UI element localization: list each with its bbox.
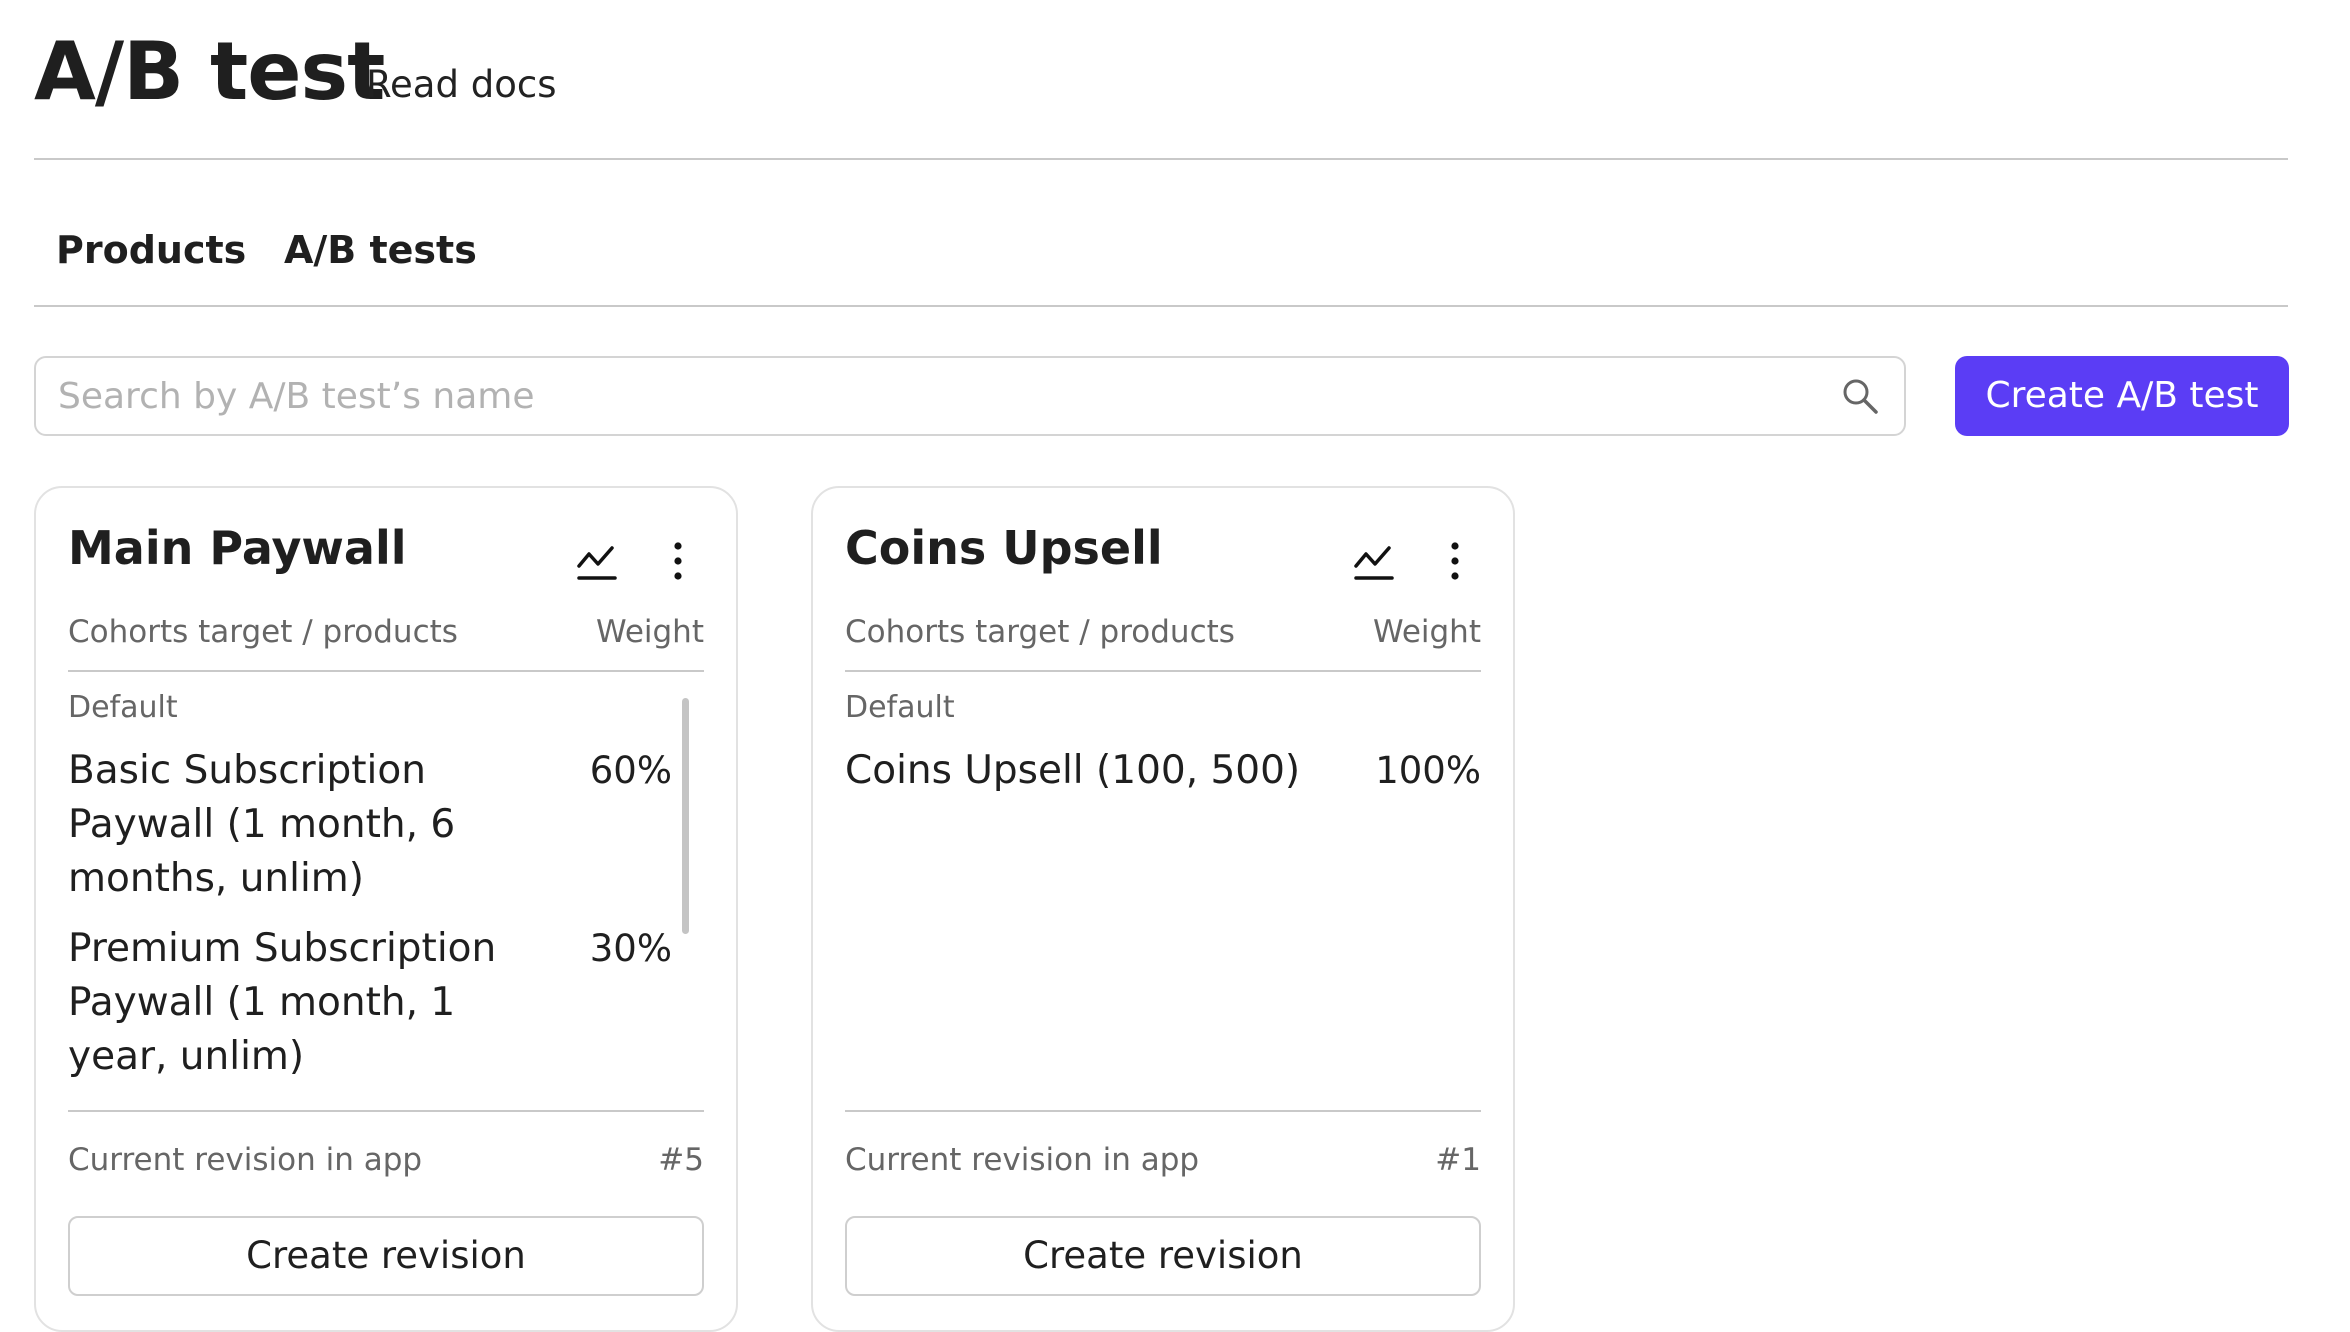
tab-products[interactable]: Products — [56, 225, 246, 275]
divider — [68, 670, 704, 672]
card-title: Coins Upsell — [845, 521, 1163, 575]
more-vertical-icon[interactable] — [668, 538, 688, 584]
product-list: Basic Subscription Paywall (1 month, 6 m… — [68, 744, 704, 1100]
revision-number: #5 — [658, 1142, 704, 1178]
page-title: A/B test — [34, 25, 385, 118]
product-row: Coins Upsell (100, 500) 100% — [845, 744, 1481, 798]
product-row: Premium Subscription Paywall (1 month, 1… — [68, 922, 704, 1084]
chart-line-icon[interactable] — [1353, 540, 1395, 582]
search-input[interactable] — [36, 358, 1826, 434]
divider — [68, 1110, 704, 1112]
divider — [845, 670, 1481, 672]
tab-bar: Products A/B tests — [34, 205, 2288, 307]
ab-test-card: Coins Upsell Cohorts target / products W… — [811, 486, 1515, 1332]
scrollbar[interactable] — [682, 698, 689, 934]
search-box — [34, 356, 1906, 436]
product-name: Coins Upsell (100, 500) — [845, 748, 1301, 793]
product-name: Basic Subscription Paywall (1 month, 6 m… — [68, 748, 456, 901]
card-title: Main Paywall — [68, 521, 407, 575]
create-revision-button[interactable]: Create revision — [68, 1216, 704, 1296]
column-header-weight: Weight — [1372, 614, 1481, 650]
chart-line-icon[interactable] — [576, 540, 618, 582]
create-ab-test-button[interactable]: Create A/B test — [1955, 356, 2289, 436]
search-icon[interactable] — [1840, 376, 1880, 416]
product-weight: 60% — [589, 749, 672, 792]
product-name: Premium Subscription Paywall (1 month, 1… — [68, 926, 497, 1079]
column-header-cohorts: Cohorts target / products — [68, 614, 458, 650]
revision-label: Current revision in app — [68, 1142, 423, 1178]
ab-test-card: Main Paywall Cohorts target / products W… — [34, 486, 738, 1332]
product-weight: 100% — [1375, 749, 1481, 792]
page-header: A/B test Read docs — [34, 22, 2288, 160]
more-vertical-icon[interactable] — [1445, 538, 1465, 584]
product-list: Coins Upsell (100, 500) 100% — [845, 744, 1481, 1100]
create-revision-button[interactable]: Create revision — [845, 1216, 1481, 1296]
cohort-label: Default — [68, 690, 178, 725]
column-header-weight: Weight — [595, 614, 704, 650]
product-row: Basic Subscription Paywall (1 month, 6 m… — [68, 744, 704, 906]
cohort-label: Default — [845, 690, 955, 725]
read-docs-link[interactable]: Read docs — [366, 60, 556, 110]
divider — [845, 1110, 1481, 1112]
column-header-cohorts: Cohorts target / products — [845, 614, 1235, 650]
product-weight: 30% — [589, 927, 672, 970]
ab-test-page: A/B test Read docs Products A/B tests Cr… — [0, 0, 2350, 1332]
revision-number: #1 — [1435, 1142, 1481, 1178]
tab-ab-tests[interactable]: A/B tests — [284, 225, 477, 275]
revision-label: Current revision in app — [845, 1142, 1200, 1178]
